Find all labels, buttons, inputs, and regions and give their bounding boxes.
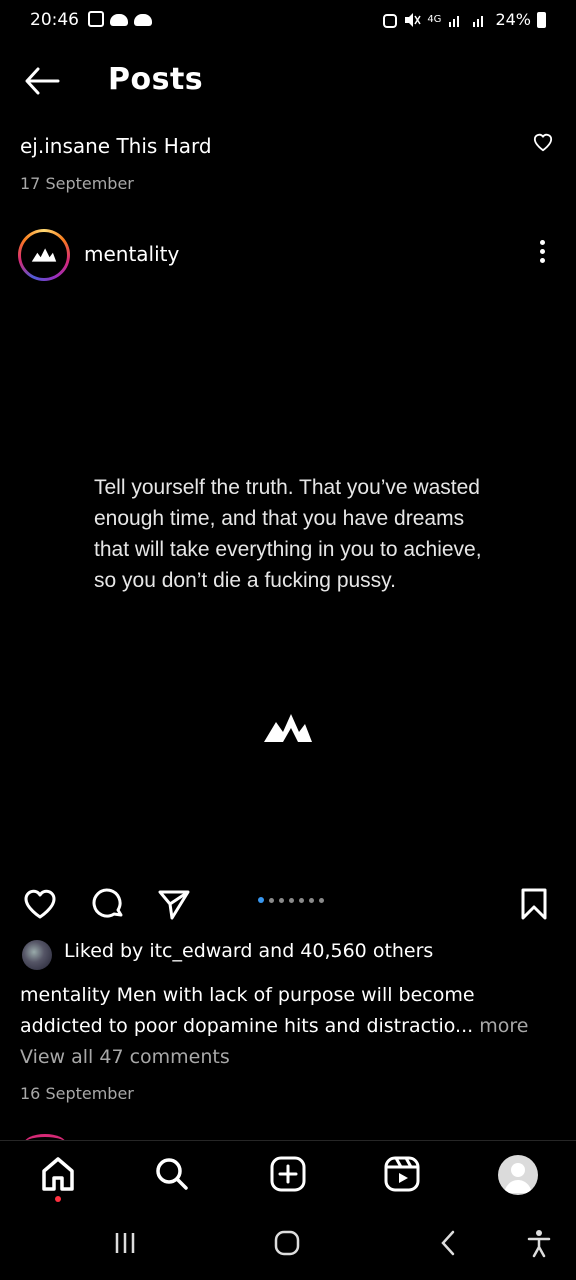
bookmark-icon[interactable]: [516, 886, 552, 922]
recent-apps-icon[interactable]: [110, 1228, 140, 1258]
cloud-icon: [110, 14, 128, 26]
mute-icon: [405, 12, 421, 27]
view-comments-link[interactable]: View all 47 comments: [20, 1046, 230, 1068]
signal-icon: [449, 15, 460, 27]
battery-percent: 24%: [495, 10, 531, 29]
battery-icon: [537, 11, 546, 28]
network-type: 4G: [427, 14, 442, 25]
caption-more-link[interactable]: more: [479, 1015, 528, 1037]
heart-icon[interactable]: [532, 132, 554, 152]
home-button-icon[interactable]: [272, 1228, 302, 1258]
gallery-icon: [88, 11, 104, 27]
post-username[interactable]: mentality: [84, 242, 179, 266]
search-icon[interactable]: [152, 1154, 192, 1194]
carousel-indicator: [258, 897, 324, 903]
notification-dot: [55, 1196, 61, 1202]
post-quote-text: Tell yourself the truth. That you’ve was…: [94, 476, 482, 592]
home-icon[interactable]: [38, 1154, 78, 1194]
caption-username[interactable]: mentality: [20, 984, 111, 1006]
signal-icon: [473, 15, 484, 27]
carousel-dot: [299, 897, 304, 903]
mentality-logo-icon: [264, 714, 312, 742]
carousel-dot: [279, 897, 284, 903]
alarm-icon: [383, 13, 398, 28]
plus-square-icon[interactable]: [268, 1154, 308, 1194]
send-icon[interactable]: [156, 886, 192, 922]
profile-placeholder-icon: [504, 1163, 532, 1193]
accessibility-icon[interactable]: [524, 1228, 554, 1258]
status-time: 20:46: [30, 10, 79, 30]
mentality-logo-icon: [31, 248, 57, 262]
carousel-dot: [319, 897, 324, 903]
arrow-left-icon[interactable]: [24, 66, 60, 96]
status-right-icons: 4G 24%: [383, 10, 546, 29]
post-caption[interactable]: mentality Men with lack of purpose will …: [20, 980, 560, 1042]
liker-avatar[interactable]: [22, 940, 52, 970]
avatar[interactable]: [18, 229, 70, 281]
likes-summary[interactable]: Liked by itc_edward and 40,560 others: [64, 940, 433, 962]
carousel-dot: [269, 897, 274, 903]
cloud-icon: [134, 14, 152, 26]
carousel-dot: [258, 897, 264, 903]
previous-post-date: 17 September: [20, 174, 134, 193]
back-button-icon[interactable]: [434, 1228, 464, 1258]
reels-icon[interactable]: [382, 1154, 422, 1194]
more-vertical-icon[interactable]: [536, 240, 548, 268]
previous-post-caption[interactable]: ej.insane This Hard: [20, 134, 212, 158]
carousel-dot: [309, 897, 314, 903]
post-date: 16 September: [20, 1084, 134, 1103]
avatar[interactable]: [498, 1155, 538, 1195]
comment-icon[interactable]: [90, 886, 126, 922]
heart-icon[interactable]: [22, 886, 58, 922]
status-notification-icons: [88, 11, 152, 27]
page-title: Posts: [108, 62, 204, 97]
carousel-dot: [289, 897, 294, 903]
